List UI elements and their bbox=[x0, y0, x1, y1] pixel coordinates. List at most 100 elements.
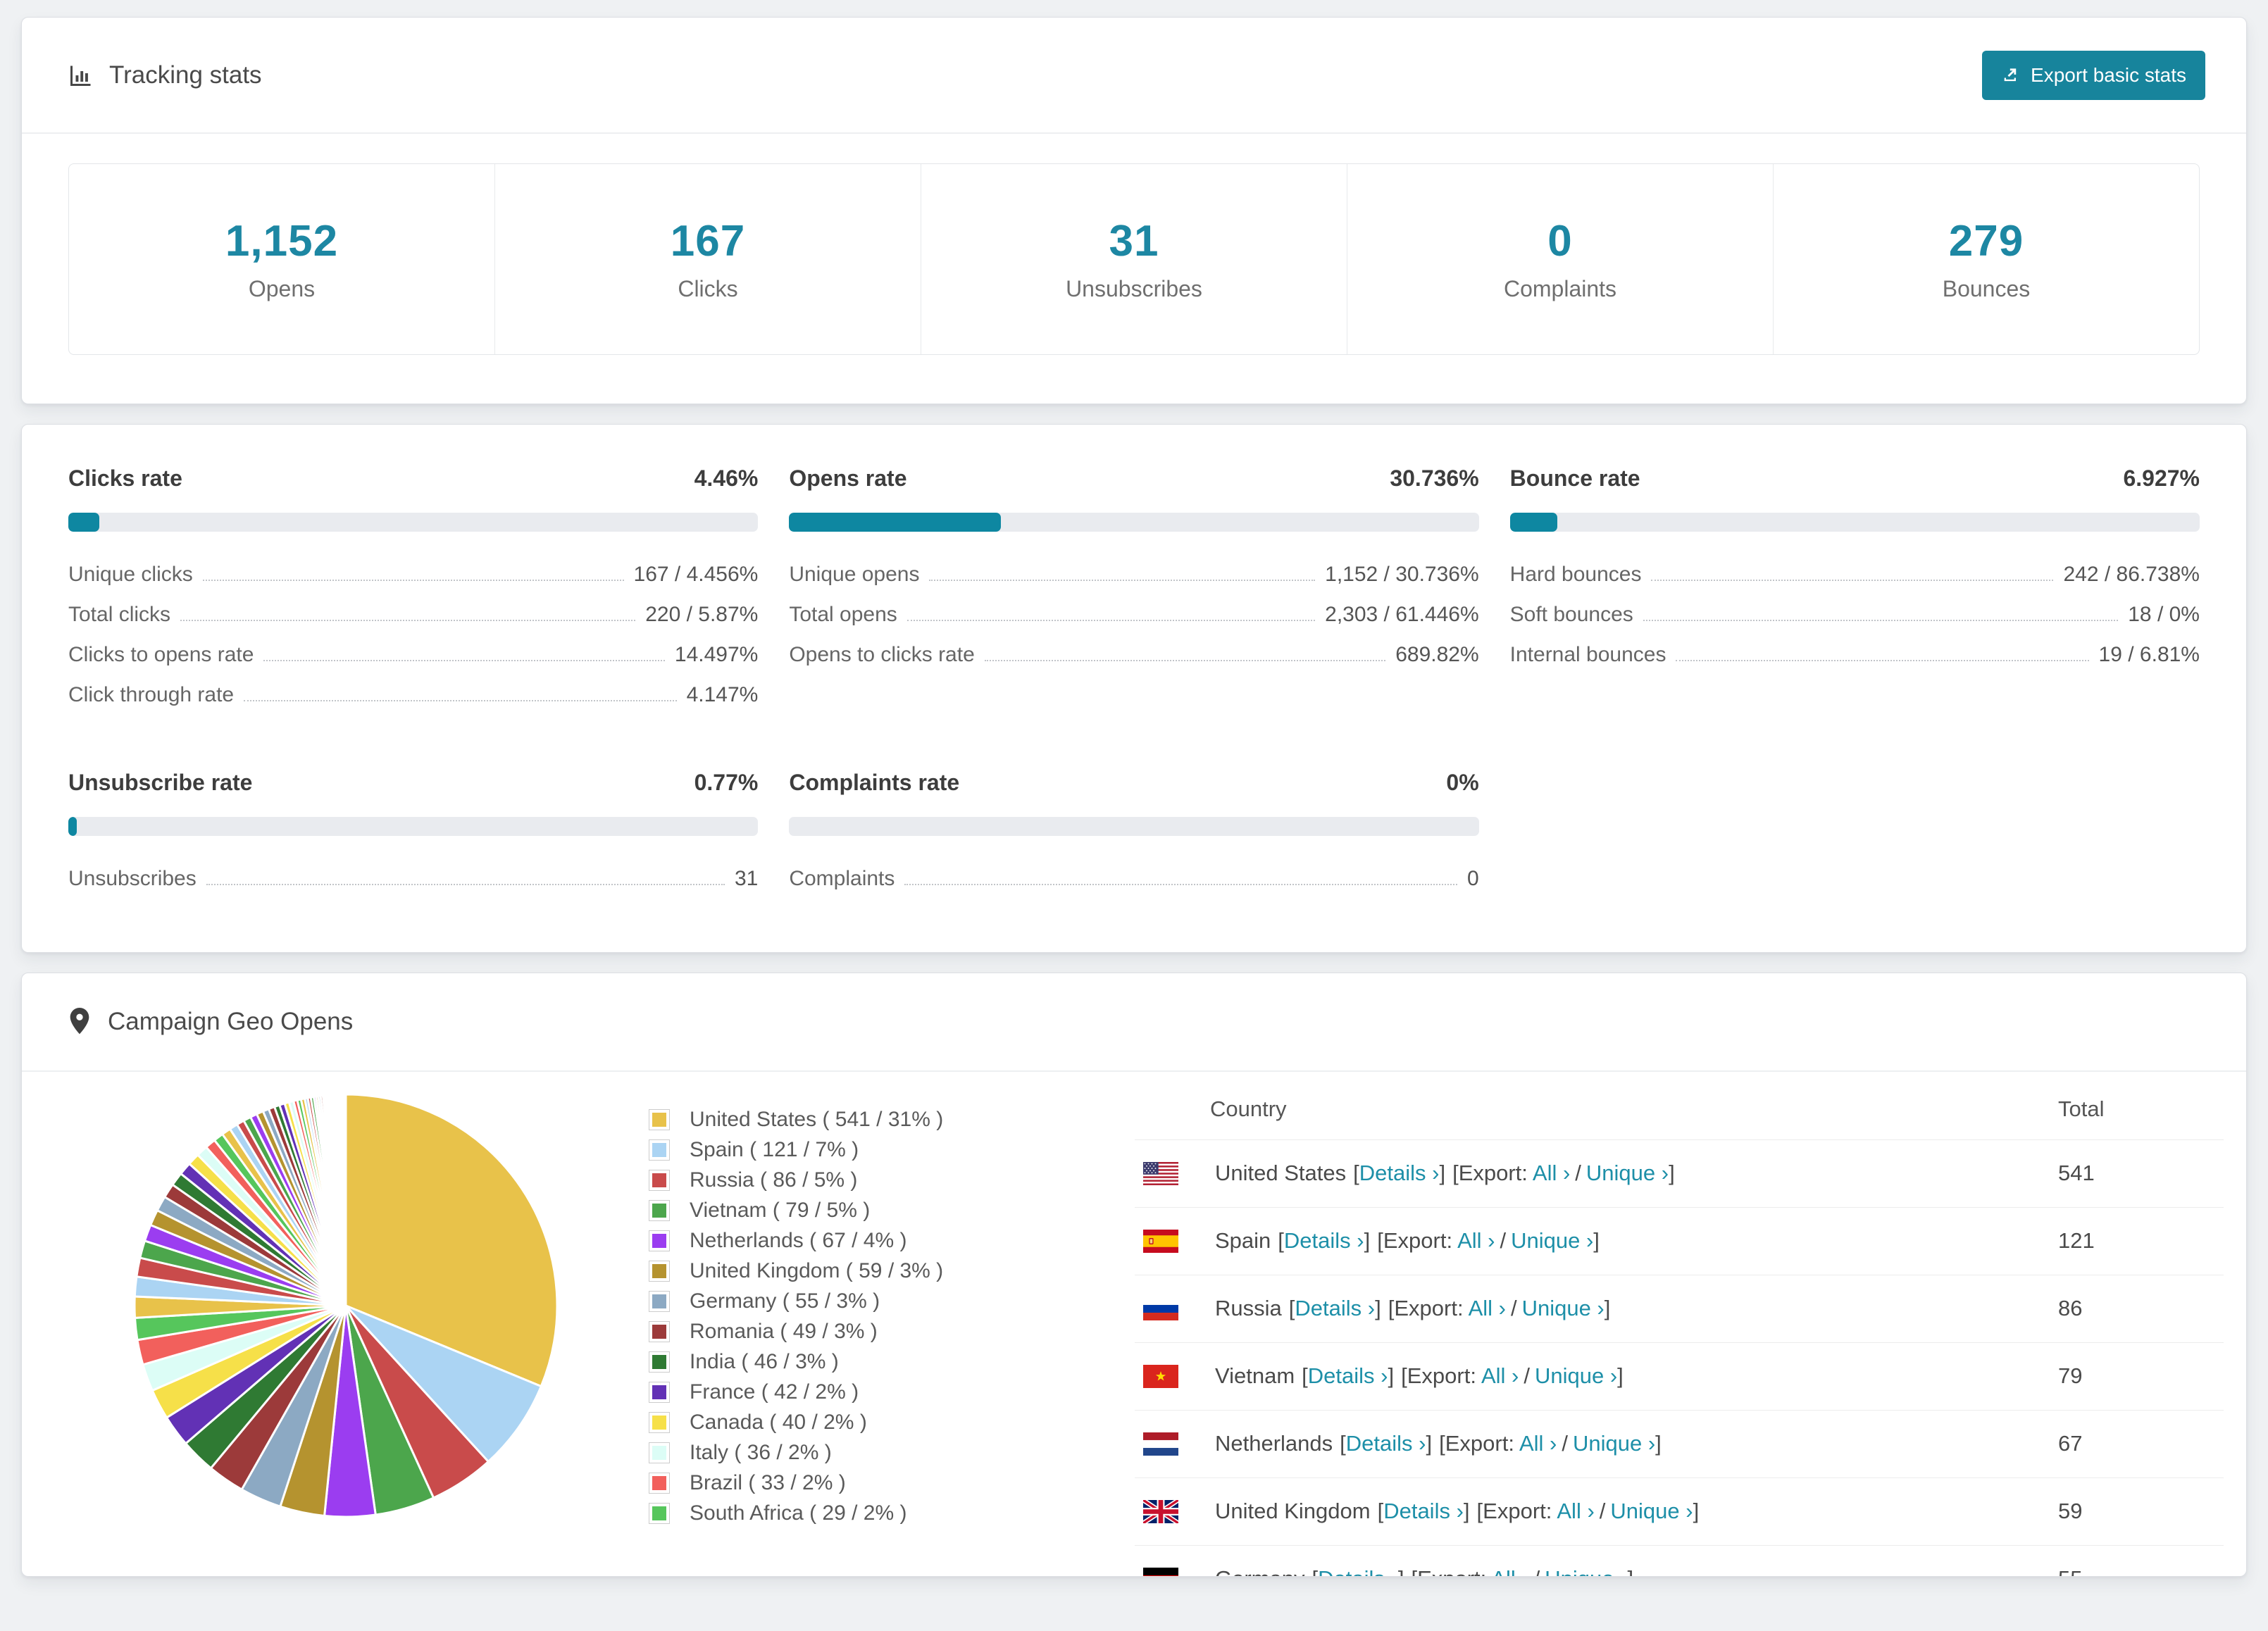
export-all-link[interactable]: All › bbox=[1469, 1296, 1506, 1321]
legend-label: Romania ( 49 / 3% ) bbox=[690, 1319, 878, 1343]
rate-detail-value: 242 / 86.738% bbox=[2063, 563, 2200, 586]
table-row: Vietnam [ Details › ] [ Export: All › / … bbox=[1135, 1342, 2224, 1410]
legend-swatch bbox=[649, 1199, 670, 1221]
slash: / bbox=[1524, 1363, 1530, 1388]
rate-detail-value: 0 bbox=[1466, 867, 1479, 890]
table-row: Netherlands [ Details › ] [ Export: All … bbox=[1135, 1409, 2224, 1477]
bracket: ] bbox=[1463, 1499, 1470, 1523]
dotted-leader bbox=[180, 620, 636, 621]
stat-label: Unsubscribes bbox=[1066, 276, 1202, 301]
country-total: 59 bbox=[2058, 1477, 2224, 1545]
dotted-leader bbox=[904, 884, 1457, 885]
export-all-link[interactable]: All › bbox=[1457, 1228, 1495, 1254]
export-unique-link[interactable]: Unique › bbox=[1522, 1296, 1605, 1321]
details-link[interactable]: Details › bbox=[1284, 1228, 1364, 1254]
details-link[interactable]: Details › bbox=[1383, 1499, 1464, 1524]
export-all-link[interactable]: All › bbox=[1557, 1499, 1594, 1524]
geo-table: Country Total United States [Details › … bbox=[1135, 1079, 2224, 1576]
export-label: Export: bbox=[1394, 1296, 1464, 1320]
rate-detail-row: Unsubscribes 31 bbox=[68, 867, 758, 907]
rate-detail-value: 4.147% bbox=[686, 683, 759, 706]
export-unique-link[interactable]: Unique › bbox=[1535, 1363, 1617, 1389]
rates-grid: Clicks rate 4.46% Unique clicks 167 / 4.… bbox=[68, 465, 2200, 907]
rate-detail-row: Clicks to opens rate 14.497% bbox=[68, 643, 758, 683]
map-pin-icon bbox=[68, 1008, 91, 1036]
rate-title: Unsubscribe rate bbox=[68, 770, 253, 795]
rate-detail-row: Unique opens 1,152 / 30.736% bbox=[789, 563, 1478, 603]
country-flag-icon bbox=[1143, 1364, 1178, 1388]
export-all-link[interactable]: All › bbox=[1481, 1363, 1519, 1389]
legend-swatch bbox=[649, 1139, 670, 1161]
details-link[interactable]: Details › bbox=[1295, 1296, 1375, 1321]
export-all-link[interactable]: All › bbox=[1533, 1161, 1570, 1186]
rate-detail-row: Complaints 0 bbox=[789, 867, 1478, 907]
legend-swatch bbox=[649, 1169, 670, 1191]
legend-item: Russia ( 86 / 5% ) bbox=[649, 1165, 1085, 1195]
legend-label: United Kingdom ( 59 / 3% ) bbox=[690, 1258, 944, 1282]
rate-detail-value: 31 bbox=[734, 867, 759, 890]
country-flag-icon bbox=[1143, 1161, 1178, 1185]
rate-value: 6.927% bbox=[2123, 465, 2200, 491]
legend-swatch bbox=[649, 1411, 670, 1433]
table-row: Spain [ Details › ] [ Export: All › / Un… bbox=[1135, 1206, 2224, 1275]
country-flag-icon bbox=[1143, 1296, 1178, 1320]
export-label: Export: bbox=[1407, 1363, 1476, 1388]
export-all-link[interactable]: All › bbox=[1519, 1431, 1557, 1456]
bracket: ] bbox=[1617, 1363, 1624, 1388]
export-unique-link[interactable]: Unique › bbox=[1573, 1431, 1655, 1456]
legend-item: Romania ( 49 / 3% ) bbox=[649, 1316, 1085, 1346]
legend-label: Germany ( 55 / 3% ) bbox=[690, 1289, 880, 1313]
bracket: ] bbox=[1627, 1566, 1633, 1576]
bracket: ] bbox=[1593, 1228, 1600, 1253]
bracket: ] bbox=[1388, 1363, 1395, 1388]
stat-value: 31 bbox=[1109, 217, 1159, 265]
country-name: United States bbox=[1215, 1161, 1347, 1185]
dotted-leader bbox=[1676, 660, 2089, 661]
slash: / bbox=[1534, 1566, 1540, 1576]
export-unique-link[interactable]: Unique › bbox=[1586, 1161, 1669, 1186]
rate-detail-label: Clicks to opens rate bbox=[68, 643, 254, 666]
rate-detail-label: Internal bounces bbox=[1509, 643, 1666, 666]
slash: / bbox=[1500, 1228, 1507, 1253]
export-basic-stats-button[interactable]: Export basic stats bbox=[1982, 50, 2205, 100]
legend-label: Canada ( 40 / 2% ) bbox=[690, 1410, 867, 1434]
export-label: Export: bbox=[1417, 1566, 1486, 1576]
progress-bar bbox=[789, 513, 1479, 532]
details-link[interactable]: Details › bbox=[1359, 1161, 1440, 1186]
bracket: [ bbox=[1302, 1363, 1308, 1388]
legend-swatch bbox=[649, 1320, 670, 1342]
rate-detail-row: Opens to clicks rate 689.82% bbox=[789, 643, 1478, 683]
details-link[interactable]: Details › bbox=[1318, 1566, 1398, 1576]
export-all-link[interactable]: All › bbox=[1491, 1566, 1528, 1576]
rate-section: Unsubscribe rate 0.77% Unsubscribes 31 bbox=[68, 770, 759, 907]
bracket: [ bbox=[1311, 1566, 1318, 1576]
dotted-leader bbox=[206, 884, 725, 885]
export-unique-link[interactable]: Unique › bbox=[1610, 1499, 1693, 1524]
legend-item: Spain ( 121 / 7% ) bbox=[649, 1135, 1085, 1165]
legend-swatch bbox=[649, 1290, 670, 1312]
legend-swatch bbox=[649, 1442, 670, 1463]
export-label: Export: bbox=[1445, 1431, 1514, 1456]
country-total: 55 bbox=[2058, 1544, 2224, 1576]
legend-label: Spain ( 121 / 7% ) bbox=[690, 1137, 859, 1161]
bracket: ] bbox=[1669, 1161, 1675, 1185]
details-link[interactable]: Details › bbox=[1308, 1363, 1388, 1389]
export-unique-link[interactable]: Unique › bbox=[1545, 1566, 1627, 1576]
stat-value: 0 bbox=[1547, 217, 1573, 265]
bracket: ] bbox=[1375, 1296, 1381, 1320]
details-link[interactable]: Details › bbox=[1346, 1431, 1426, 1456]
export-unique-link[interactable]: Unique › bbox=[1511, 1228, 1593, 1254]
bracket: ] bbox=[1439, 1161, 1446, 1185]
bracket: [ bbox=[1278, 1228, 1284, 1253]
legend-label: United States ( 541 / 31% ) bbox=[690, 1107, 944, 1131]
slash: / bbox=[1599, 1499, 1606, 1523]
geo-title: Campaign Geo Opens bbox=[108, 1008, 354, 1035]
dotted-leader bbox=[906, 620, 1316, 621]
progress-bar-fill bbox=[68, 817, 77, 836]
stat-label: Opens bbox=[248, 276, 316, 301]
legend-label: South Africa ( 29 / 2% ) bbox=[690, 1501, 907, 1525]
legend-swatch bbox=[649, 1260, 670, 1282]
rate-detail-row: Soft bounces 18 / 0% bbox=[1510, 603, 2200, 643]
tracking-stats-card: Tracking stats Export basic stats 1,152 … bbox=[21, 17, 2247, 404]
stat-label: Clicks bbox=[678, 276, 738, 301]
